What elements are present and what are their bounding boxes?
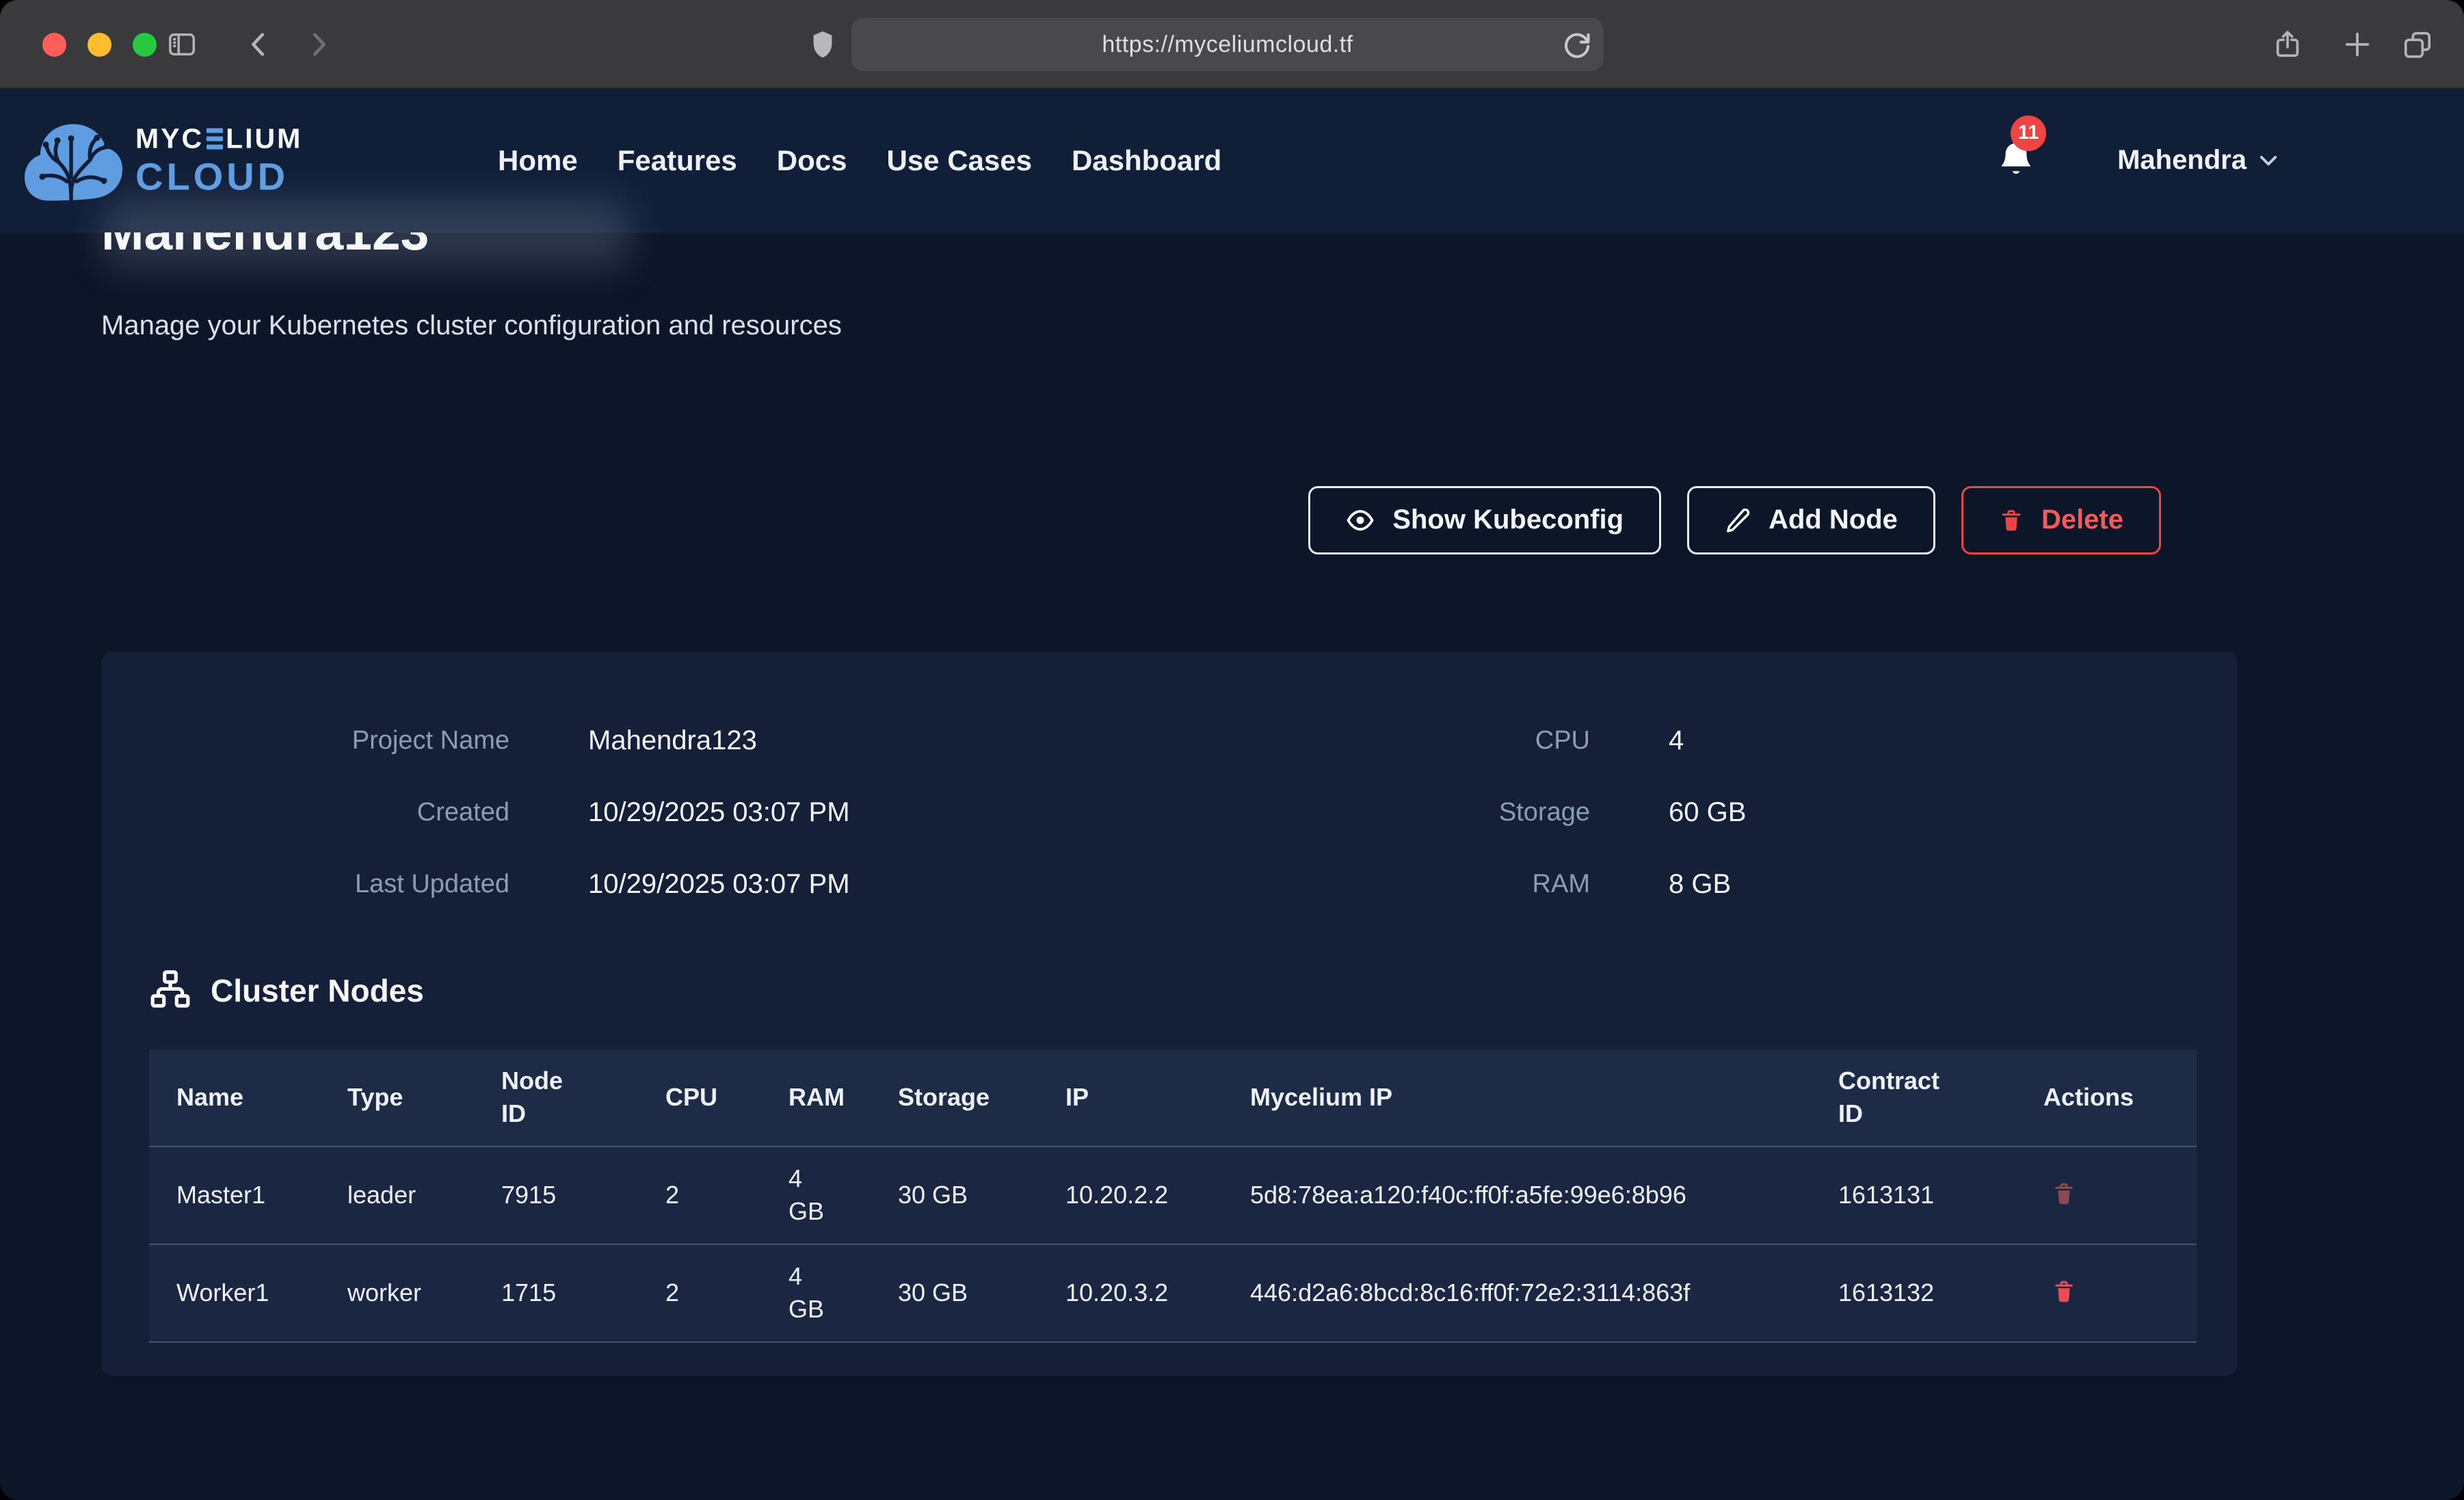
notification-count-badge: 11: [2011, 116, 2046, 151]
traffic-lights: [42, 33, 157, 57]
nav-item-features[interactable]: Features: [618, 144, 737, 177]
cell-ip: 10.20.2.2: [1038, 1164, 1223, 1227]
network-nodes-icon: [149, 969, 191, 1012]
nav-links: Home Features Docs Use Cases Dashboard: [498, 144, 1221, 177]
col-ip: IP: [1038, 1066, 1223, 1129]
main-content: Mahendra123 Manage your Kubernetes clust…: [0, 205, 2464, 1376]
user-name: Mahendra: [2117, 145, 2247, 176]
table-header-row: Name Type Node ID CPU RAM Storage IP Myc…: [149, 1049, 2197, 1147]
page-subtitle: Manage your Kubernetes cluster configura…: [101, 310, 2464, 341]
reload-icon[interactable]: [1561, 29, 1593, 60]
col-name: Name: [149, 1066, 320, 1129]
storage-value: 60 GB: [1669, 797, 2190, 828]
created-value: 10/29/2025 03:07 PM: [588, 797, 1272, 828]
cell-cpu: 2: [638, 1261, 761, 1325]
sidebar-toggle-icon[interactable]: [166, 29, 198, 60]
cell-actions: [2016, 1257, 2197, 1329]
cell-cpu: 2: [638, 1164, 761, 1227]
project-name-label: Project Name: [149, 726, 509, 755]
delete-node-icon[interactable]: [2043, 1272, 2084, 1313]
col-cpu: CPU: [638, 1066, 761, 1129]
mycelium-cloud-logo-icon: [22, 110, 124, 211]
cell-ram: 4 GB: [761, 1147, 871, 1244]
eye-icon: [1346, 506, 1375, 535]
col-storage: Storage: [871, 1066, 1038, 1129]
nav-right: 11 Mahendra: [1997, 139, 2278, 183]
close-window-button[interactable]: [42, 33, 66, 57]
table-row: Master1 leader 7915 2 4 GB 30 GB 10.20.2…: [149, 1147, 2197, 1245]
cell-node-id: 1715: [474, 1261, 638, 1325]
browser-window: https://myceliumcloud.tf: [0, 0, 2464, 1500]
last-updated-value: 10/29/2025 03:07 PM: [588, 869, 1272, 900]
last-updated-label: Last Updated: [149, 870, 509, 899]
col-node-id: Node ID: [474, 1049, 638, 1146]
share-icon[interactable]: [2272, 29, 2303, 60]
cell-mycelium-ip: 446:d2a6:8bcd:8c16:ff0f:72e2:3114:863f: [1223, 1261, 1811, 1325]
cell-contract-id: 1613132: [1811, 1261, 2016, 1325]
col-contract-id: Contract ID: [1811, 1049, 2016, 1146]
show-kubeconfig-button[interactable]: Show Kubeconfig: [1308, 486, 1661, 554]
cell-storage: 30 GB: [871, 1164, 1038, 1227]
cpu-label: CPU: [1351, 726, 1590, 755]
cell-contract-id: 1613131: [1811, 1164, 2016, 1227]
brand-line2: CLOUD: [135, 158, 302, 196]
notifications-bell-icon[interactable]: 11: [1997, 139, 2035, 183]
cluster-card: Project Name Mahendra123 CPU 4 Created 1…: [101, 652, 2238, 1376]
privacy-shield-icon: [807, 29, 838, 60]
cell-ram: 4 GB: [761, 1245, 871, 1341]
cell-ip: 10.20.3.2: [1038, 1261, 1223, 1325]
cell-name: Master1: [149, 1164, 320, 1227]
cluster-nodes-table: Name Type Node ID CPU RAM Storage IP Myc…: [149, 1049, 2197, 1343]
tab-overview-icon[interactable]: [2402, 29, 2433, 60]
nav-item-home[interactable]: Home: [498, 144, 578, 177]
cell-name: Worker1: [149, 1261, 320, 1325]
browser-chrome: https://myceliumcloud.tf: [0, 0, 2464, 89]
col-actions: Actions: [2016, 1066, 2197, 1129]
brand-logo[interactable]: MYC LIUM CLOUD: [22, 110, 302, 211]
table-row: Worker1 worker 1715 2 4 GB 30 GB 10.20.3…: [149, 1245, 2197, 1343]
brand-text: MYC LIUM CLOUD: [135, 125, 302, 196]
minimize-window-button[interactable]: [88, 33, 111, 57]
cell-node-id: 7915: [474, 1164, 638, 1227]
table-body: Master1 leader 7915 2 4 GB 30 GB 10.20.2…: [149, 1147, 2197, 1343]
back-icon[interactable]: [243, 29, 275, 60]
trash-icon: [1999, 507, 2024, 533]
cluster-details: Project Name Mahendra123 CPU 4 Created 1…: [149, 705, 2190, 920]
add-node-button[interactable]: Add Node: [1687, 486, 1935, 554]
col-type: Type: [320, 1066, 474, 1129]
forward-icon[interactable]: [302, 29, 334, 60]
storage-label: Storage: [1351, 798, 1590, 827]
col-ram: RAM: [761, 1066, 871, 1129]
cell-actions: [2016, 1160, 2197, 1231]
col-mycelium-ip: Mycelium IP: [1223, 1066, 1811, 1129]
cell-storage: 30 GB: [871, 1261, 1038, 1325]
url-text: https://myceliumcloud.tf: [1102, 31, 1353, 58]
cell-mycelium-ip: 5d8:78ea:a120:f40c:ff0f:a5fe:99e6:8b96: [1223, 1164, 1811, 1227]
new-tab-icon[interactable]: [2342, 29, 2373, 60]
chevron-down-icon: [2259, 155, 2278, 167]
nav-item-dashboard[interactable]: Dashboard: [1072, 144, 1221, 177]
pencil-icon: [1725, 507, 1751, 533]
cluster-nodes-heading: Cluster Nodes: [149, 969, 2190, 1012]
ram-label: RAM: [1351, 870, 1590, 899]
ram-value: 8 GB: [1669, 869, 2190, 900]
address-bar[interactable]: https://myceliumcloud.tf: [851, 18, 1604, 71]
cluster-actions: Show Kubeconfig Add Node Delete: [0, 486, 2464, 554]
nav-item-docs[interactable]: Docs: [777, 144, 847, 177]
site-navbar: MYC LIUM CLOUD Home Features Docs Use Ca…: [0, 89, 2464, 232]
cell-type: leader: [320, 1164, 474, 1227]
cell-type: worker: [320, 1261, 474, 1325]
nav-item-use-cases[interactable]: Use Cases: [886, 144, 1031, 177]
cpu-value: 4: [1669, 725, 2190, 756]
delete-cluster-button[interactable]: Delete: [1961, 486, 2161, 554]
user-menu[interactable]: Mahendra: [2117, 145, 2278, 176]
brand-e-glyph: [207, 129, 223, 150]
brand-line1: MYC LIUM: [135, 125, 302, 153]
delete-node-icon[interactable]: [2043, 1175, 2084, 1216]
created-label: Created: [149, 798, 509, 827]
project-name-value: Mahendra123: [588, 725, 1272, 756]
zoom-window-button[interactable]: [133, 33, 157, 57]
